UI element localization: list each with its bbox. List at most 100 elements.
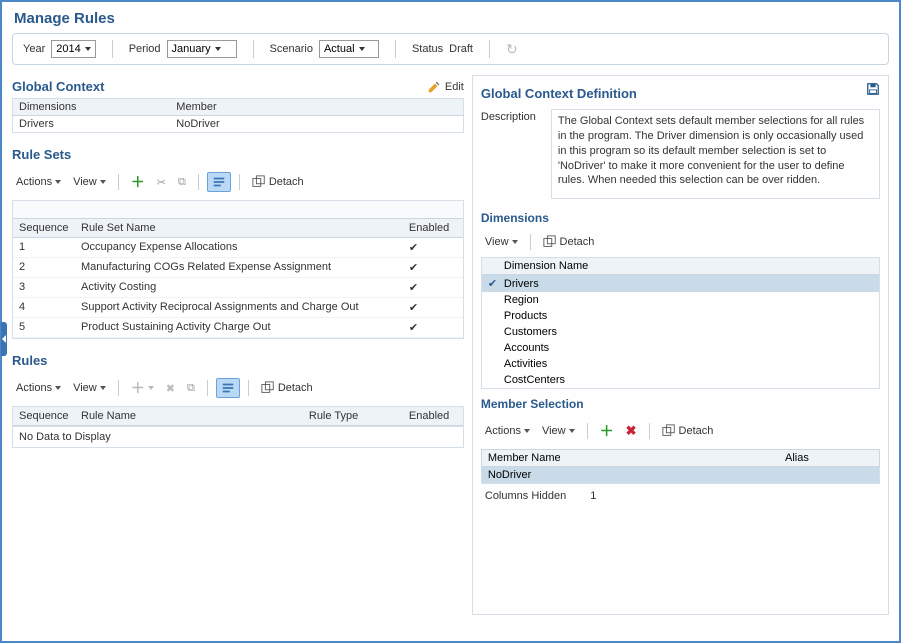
chevron-down-icon: [55, 180, 61, 184]
detach-button[interactable]: Detach: [539, 233, 599, 251]
detach-button[interactable]: Detach: [658, 422, 718, 440]
view-menu[interactable]: View: [69, 174, 110, 190]
wrap-button[interactable]: [207, 172, 231, 192]
list-item[interactable]: ✔ Drivers: [482, 275, 879, 292]
dim-name: Activities: [504, 358, 547, 370]
save-button[interactable]: [866, 82, 880, 99]
divider: [489, 40, 490, 58]
rule-sets-toolbar: Actions View ＋ ✂ ⧉ Detach: [12, 166, 464, 200]
add-button[interactable]: ＋: [127, 170, 149, 194]
cut-button[interactable]: ✂: [153, 174, 170, 191]
filter-bar: Year 2014 Period January Scenario Actual…: [12, 33, 889, 65]
copy-icon: ⧉: [187, 382, 195, 395]
add-button[interactable]: ＋: [596, 419, 618, 443]
enabled-check-icon: ✔: [403, 278, 463, 297]
divider: [587, 423, 588, 439]
col-rule-set-name[interactable]: Rule Set Name: [75, 219, 403, 237]
col-alias[interactable]: Alias: [779, 450, 879, 466]
grid-body[interactable]: 1 Occupancy Expense Allocations ✔ 2 Manu…: [13, 238, 463, 338]
divider: [198, 174, 199, 190]
cell-member: NoDriver: [170, 116, 463, 133]
divider: [118, 174, 119, 190]
check-icon: ✔: [488, 277, 504, 290]
plus-icon: ＋: [131, 378, 145, 398]
dim-name: Customers: [504, 326, 557, 338]
actions-menu[interactable]: Actions: [12, 380, 65, 396]
list-item[interactable]: Region: [482, 292, 879, 308]
actions-label: Actions: [16, 382, 52, 394]
side-collapse-handle[interactable]: [1, 322, 7, 356]
cell-name: Manufacturing COGs Related Expense Assig…: [75, 258, 403, 277]
view-label: View: [73, 382, 97, 394]
cell-alias: [779, 467, 879, 483]
grid-header: Sequence Rule Set Name Enabled: [13, 219, 463, 238]
table-row[interactable]: 1 Occupancy Expense Allocations ✔: [13, 238, 463, 258]
cell-name: Support Activity Reciprocal Assignments …: [75, 298, 403, 317]
actions-menu[interactable]: Actions: [12, 174, 65, 190]
cell-seq: 3: [13, 278, 75, 297]
enabled-check-icon: ✔: [403, 238, 463, 257]
table-row[interactable]: NoDriver: [481, 467, 880, 484]
table-row[interactable]: 2 Manufacturing COGs Related Expense Ass…: [13, 258, 463, 278]
cols-hidden-count: 1: [590, 490, 596, 502]
add-button[interactable]: ＋: [127, 376, 158, 400]
list-item[interactable]: Accounts: [482, 340, 879, 356]
actions-menu[interactable]: Actions: [481, 423, 534, 439]
definition-panel: Global Context Definition Description Di…: [472, 75, 889, 615]
cell-name: Product Sustaining Activity Charge Out: [75, 318, 403, 337]
scenario-select-value: Actual: [324, 43, 355, 55]
dim-name: Region: [504, 294, 539, 306]
divider: [239, 174, 240, 190]
divider: [248, 380, 249, 396]
detach-button[interactable]: Detach: [248, 173, 308, 191]
view-menu[interactable]: View: [69, 380, 110, 396]
copy-button[interactable]: ⧉: [183, 380, 199, 397]
col-sequence[interactable]: Sequence: [13, 407, 75, 425]
period-label: Period: [129, 43, 161, 55]
wrap-button[interactable]: [216, 378, 240, 398]
col-member-name[interactable]: Member Name: [482, 450, 779, 466]
copy-button[interactable]: ⧉: [174, 174, 190, 191]
actions-label: Actions: [485, 425, 521, 437]
list-item[interactable]: CostCenters: [482, 372, 879, 388]
list-item[interactable]: Customers: [482, 324, 879, 340]
col-enabled[interactable]: Enabled: [403, 219, 463, 237]
scenario-select[interactable]: Actual: [319, 40, 379, 58]
chevron-down-icon: [359, 47, 365, 51]
cell-seq: 1: [13, 238, 75, 257]
edit-button[interactable]: Edit: [427, 80, 464, 94]
col-enabled[interactable]: Enabled: [403, 407, 463, 425]
table-row[interactable]: 3 Activity Costing ✔: [13, 278, 463, 298]
global-context-panel: Global Context Edit Dimensions Member Dr…: [12, 75, 464, 133]
period-select[interactable]: January: [167, 40, 237, 58]
col-rule-name[interactable]: Rule Name: [75, 407, 303, 425]
year-select[interactable]: 2014: [51, 40, 95, 58]
detach-label: Detach: [679, 425, 714, 437]
delete-button[interactable]: ✖: [622, 421, 641, 441]
col-member: Member: [170, 99, 463, 116]
copy-icon: ⧉: [178, 176, 186, 189]
view-menu[interactable]: View: [481, 234, 522, 250]
col-sequence[interactable]: Sequence: [13, 219, 75, 237]
table-row[interactable]: 5 Product Sustaining Activity Charge Out…: [13, 318, 463, 338]
grid-header: Sequence Rule Name Rule Type Enabled: [13, 407, 463, 426]
refresh-icon[interactable]: ↻: [506, 41, 518, 58]
view-menu[interactable]: View: [538, 423, 579, 439]
chevron-down-icon: [215, 47, 221, 51]
detach-button[interactable]: Detach: [257, 379, 317, 397]
list-item[interactable]: Products: [482, 308, 879, 324]
col-dimension-name[interactable]: Dimension Name: [482, 258, 879, 275]
table-row[interactable]: Drivers NoDriver: [13, 116, 464, 133]
divider: [649, 423, 650, 439]
view-label: View: [73, 176, 97, 188]
table-row[interactable]: 4 Support Activity Reciprocal Assignment…: [13, 298, 463, 318]
delete-button[interactable]: ✖: [162, 380, 179, 397]
dim-name: Drivers: [504, 278, 539, 290]
rule-sets-grid: Sequence Rule Set Name Enabled 1 Occupan…: [12, 200, 464, 339]
list-item[interactable]: Activities: [482, 356, 879, 372]
description-textarea[interactable]: [551, 109, 880, 199]
col-rule-type[interactable]: Rule Type: [303, 407, 403, 425]
scenario-label: Scenario: [270, 43, 313, 55]
pencil-icon: [427, 80, 441, 94]
rules-nodata: No Data to Display: [12, 427, 464, 448]
